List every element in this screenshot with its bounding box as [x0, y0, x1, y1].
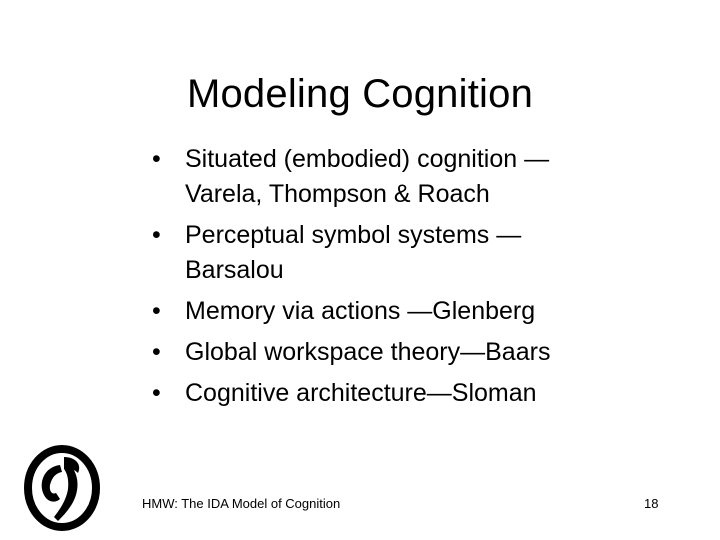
bullet-text: Memory via actions —Glenberg: [185, 297, 536, 325]
bullet-item: • Memory via actions —Glenberg: [152, 294, 672, 329]
bullet-text: Varela, Thompson & Roach: [185, 180, 490, 208]
slide-title: Modeling Cognition: [186, 72, 534, 116]
bullet-marker: •: [152, 221, 161, 249]
bullet-item: • Global workspace theory—Baars: [152, 335, 672, 370]
bullet-item: • Perceptual symbol systems — Barsalou: [152, 218, 672, 288]
slide: Modeling Cognition • Situated (embodied)…: [0, 0, 720, 540]
bullet-text: Situated (embodied) cognition —: [185, 145, 550, 173]
bullet-text: Barsalou: [185, 256, 284, 284]
footer-text: HMW: The IDA Model of Cognition: [142, 496, 341, 511]
bullet-marker: •: [152, 145, 161, 173]
bullet-text: Perceptual symbol systems —: [185, 221, 522, 249]
page-number: 18: [644, 496, 659, 511]
bullet-item: • Situated (embodied) cognition — Varela…: [152, 142, 672, 212]
bullet-marker: •: [152, 297, 161, 325]
bullet-marker: •: [152, 379, 161, 407]
memphis-logo-icon: [22, 443, 102, 533]
bullet-text: Cognitive architecture—Sloman: [185, 379, 537, 407]
bullet-list: • Situated (embodied) cognition — Varela…: [152, 142, 672, 417]
bullet-marker: •: [152, 338, 161, 366]
bullet-text: Global workspace theory—Baars: [185, 338, 551, 366]
bullet-item: • Cognitive architecture—Sloman: [152, 376, 672, 411]
